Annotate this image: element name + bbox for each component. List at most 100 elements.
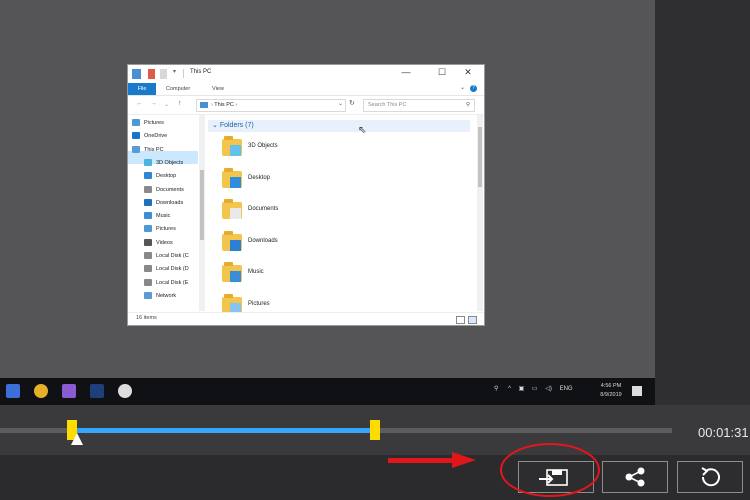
large-icons-view-icon[interactable] [468,316,477,324]
address-chevron-icon[interactable]: › [211,102,213,108]
nav-item-label: Music [156,213,171,220]
nav-item[interactable]: Downloads [144,197,183,210]
properties-icon[interactable] [148,69,155,79]
address-dropdown-icon[interactable]: ⌄ [338,100,343,107]
nav-scrollbar[interactable] [199,115,205,311]
recent-locations-icon[interactable]: ⌄ [164,101,169,108]
status-bar: 16 items [128,312,484,325]
search-input[interactable]: Search This PC ⚲ [363,99,475,112]
folder-label: 3D Objects [248,143,278,149]
playhead-marker[interactable] [70,433,83,445]
folder-tab [224,167,233,172]
nav-item-icon [144,252,152,260]
nav-item[interactable]: Desktop [144,170,176,183]
battery-icon[interactable]: ▭ [532,386,538,392]
forward-icon[interactable]: → [150,100,157,107]
content-scrollbar[interactable] [477,115,483,311]
tab-computer[interactable]: Computer [166,83,190,95]
share-button[interactable] [602,461,668,493]
nav-item[interactable]: Local Disk (D [144,263,189,276]
nav-item-label: This PC [144,146,164,153]
tab-view[interactable]: View [212,83,224,95]
nav-item[interactable]: Pictures [132,117,164,130]
nav-item-icon [144,278,152,286]
new-folder-icon[interactable] [160,69,167,79]
folder-label: Documents [248,206,279,212]
folder-label: Music [248,269,264,275]
nav-item[interactable]: Local Disk (E [144,277,188,290]
annotation-arrow-icon [452,452,476,468]
clock[interactable]: 4:56 PM 8/9/2019 [596,382,626,400]
folder-item[interactable]: Documents [222,199,462,230]
folder-item[interactable]: Desktop [222,167,462,199]
expand-ribbon-icon[interactable]: ⌄ [460,84,465,91]
nav-item-icon [144,225,152,233]
close-button[interactable]: ✕ [456,67,480,78]
nav-scroll-thumb[interactable] [200,170,204,240]
maximize-button[interactable]: ☐ [430,67,454,78]
nav-item[interactable]: Documents [144,184,184,197]
content-scroll-thumb[interactable] [478,127,482,187]
up-icon[interactable]: ↑ [178,100,182,107]
input-language[interactable]: ENG [560,386,573,392]
customize-quick-access-icon[interactable]: ▾ [173,68,176,75]
nav-item[interactable]: Videos [144,237,173,250]
nav-item[interactable]: Network [144,290,176,303]
folder-tab [224,230,233,235]
search-icon: ⚲ [465,102,470,108]
nav-item-label: Downloads [156,199,184,206]
volume-icon[interactable]: ◁) [545,386,552,392]
title-divider [183,69,184,78]
nav-item[interactable]: Local Disk (C [144,250,189,263]
nav-item-label: OneDrive [144,133,168,140]
folder-icon [222,262,242,282]
photoshop-icon[interactable] [90,384,104,398]
nav-item[interactable]: 3D Objects [144,157,183,170]
rotate-reset-icon [701,467,720,487]
nav-item-icon [144,265,152,273]
computer-icon [132,69,141,79]
reset-button[interactable] [677,461,743,493]
nav-item[interactable]: Pictures [144,223,176,236]
folder-item[interactable]: Downloads [222,230,462,262]
recorder-icon[interactable] [118,384,132,398]
nav-item-icon [144,238,152,246]
nav-item-label: 3D Objects [156,159,184,166]
notification-icon[interactable] [632,386,642,396]
search-placeholder: Search This PC [368,102,407,108]
collapse-chevron-icon[interactable]: ⌄ [212,122,218,129]
folder-icon [222,293,242,314]
photos-app-icon[interactable] [6,384,20,398]
folders-group-header[interactable]: ⌄ Folders (7) [208,120,470,132]
viber-icon[interactable] [62,384,76,398]
minimize-button[interactable]: — [394,67,418,77]
system-tray: ⚲ ^ ▣ ▭ ◁) ENG [494,385,573,399]
nav-item[interactable]: Music [144,210,170,223]
nav-item-label: Local Disk (D [156,266,189,273]
folder-overlay [230,271,241,282]
network-icon[interactable]: ▣ [519,386,525,392]
tab-file[interactable]: File [128,83,156,95]
taskbar: ⚲ ^ ▣ ▭ ◁) ENG 4:56 PM 8/9/2019 [0,378,655,405]
address-chevron-icon[interactable]: › [235,102,237,108]
people-icon[interactable]: ⚲ [494,386,498,392]
help-icon[interactable]: ? [470,85,477,92]
folder-item[interactable]: Music [222,262,462,293]
back-icon[interactable]: ← [136,100,143,107]
nav-item[interactable]: OneDrive [132,130,167,143]
folder-item[interactable]: 3D Objects [222,136,462,167]
nav-item[interactable]: This PC [132,144,164,157]
nav-item-icon [144,185,152,193]
folder-icon [222,167,242,188]
details-view-icon[interactable] [456,316,465,324]
address-field[interactable]: › This PC › [196,99,346,112]
mouse-cursor-icon: ⇖ [358,125,367,136]
trim-end-handle[interactable] [369,420,380,440]
address-bar-row: ← → ⌄ ↑ › This PC › ⌄ ↻ Search This PC ⚲ [128,96,484,115]
folder-icon [222,230,242,251]
show-hidden-icons-icon[interactable]: ^ [508,386,511,392]
nav-item-icon [132,145,140,153]
chrome-icon[interactable] [34,384,48,398]
refresh-icon[interactable]: ↻ [349,99,355,107]
nav-item-icon [132,119,140,127]
